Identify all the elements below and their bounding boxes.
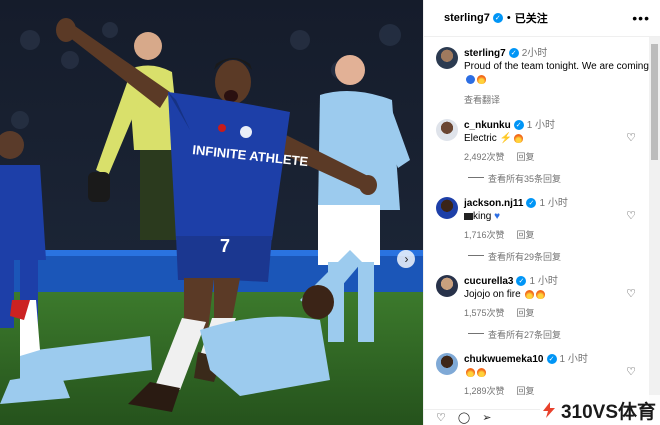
comment-text: king (473, 211, 492, 222)
blue-circle-emoji-icon (466, 74, 475, 84)
heart-icon[interactable]: ♡ (626, 287, 636, 300)
following-button[interactable]: 已关注 (515, 10, 548, 26)
heart-icon[interactable]: ♡ (626, 131, 636, 144)
separator-dot: • (506, 12, 511, 24)
caption-text: Proud of the team tonight. We are coming (464, 61, 649, 72)
view-replies-link[interactable]: 查看所有27条回复 (424, 328, 652, 341)
comments-list: sterling7 ✓ 2小时 Proud of the team tonight.… (424, 37, 652, 409)
watermark-text: 310VS体育 (560, 401, 656, 423)
comment-time: 1 小时 (559, 354, 588, 365)
post-photo[interactable]: INFINITE ATHLETE 7 › (0, 0, 423, 425)
reply-button[interactable]: 回复 (517, 152, 535, 162)
avatar[interactable] (436, 47, 458, 69)
caption-username[interactable]: sterling7 (464, 48, 506, 59)
comment-item: c_nkunku ✓ 1 小时 Electric ⚡ 2,492次赞 回复 ♡ (424, 119, 652, 164)
fire-emoji-icon (477, 74, 486, 84)
fire-emoji-icon (466, 367, 475, 377)
comment-time: 1 小时 (526, 120, 556, 131)
top-hat-emoji-icon (464, 212, 473, 220)
view-replies-link[interactable]: 查看所有35条回复 (424, 172, 652, 185)
verified-badge-icon: ✓ (513, 120, 524, 131)
heart-icon[interactable]: ♡ (436, 411, 446, 424)
comment-username[interactable]: c_nkunku (464, 120, 511, 131)
fire-emoji-icon (477, 367, 486, 377)
comment-likes[interactable]: 1,289次赞 (464, 386, 505, 396)
verified-badge-icon: ✓ (526, 198, 537, 209)
see-translation-link[interactable]: 查看翻译 (464, 95, 500, 105)
avatar[interactable] (436, 353, 458, 375)
comment-text: Jojojo on fire (464, 289, 521, 300)
comment-item: cucurella3 ✓ 1 小时 Jojojo on fire 1,575次赞 回复… (424, 275, 652, 320)
comment-icon[interactable]: ◯ (458, 411, 470, 424)
caption-item: sterling7 ✓ 2小时 Proud of the team tonight.… (424, 47, 652, 107)
view-replies-link[interactable]: 查看所有29条回复 (424, 250, 652, 263)
avatar[interactable] (436, 197, 458, 219)
reply-button[interactable]: 回复 (517, 230, 535, 240)
comment-likes[interactable]: 1,575次赞 (464, 308, 505, 318)
reply-button[interactable]: 回复 (517, 386, 535, 396)
caption-time: 2小时 (521, 48, 548, 59)
next-photo-button[interactable]: › (397, 250, 415, 268)
verified-badge-icon: ✓ (546, 354, 557, 365)
fire-emoji-icon (525, 289, 535, 299)
watermark-logo-icon (542, 402, 555, 418)
shirt-number: 7 (220, 236, 230, 256)
heart-icon[interactable]: ♡ (626, 365, 636, 378)
lightning-emoji-icon: ⚡ (499, 133, 513, 144)
comment-username[interactable]: chukwuemeka10 (464, 354, 544, 365)
heart-icon[interactable]: ♡ (626, 209, 636, 222)
football-celebration-image: INFINITE ATHLETE 7 (0, 0, 423, 425)
blue-heart-emoji-icon: ♥ (494, 211, 501, 222)
post-author-username[interactable]: sterling7 (444, 12, 490, 24)
post-header: sterling7 ✓ • 已关注 ••• (424, 0, 660, 37)
comment-likes[interactable]: 2,492次赞 (464, 152, 505, 162)
comment-item: chukwuemeka10 ✓ 1 小时 1,289次赞 回复 ♡ (424, 353, 652, 398)
reply-button[interactable]: 回复 (517, 308, 535, 318)
comment-likes[interactable]: 1,716次赞 (464, 230, 505, 240)
verified-badge-icon: ✓ (516, 276, 527, 287)
share-icon[interactable]: ➢ (482, 411, 491, 424)
fire-emoji-icon (514, 133, 524, 143)
instagram-post-window: INFINITE ATHLETE 7 › sterling7 ✓ • 已关注 •… (0, 0, 660, 425)
watermark: 310VS体育 (539, 395, 660, 425)
comment-item: jackson.nj11 ✓ 1 小时 king ♥ 1,716次赞 回复 ♡ (424, 197, 652, 242)
scrollbar-thumb[interactable] (651, 44, 658, 160)
verified-badge-icon: ✓ (492, 13, 503, 23)
avatar[interactable] (436, 119, 458, 141)
comment-text: Electric (464, 133, 497, 144)
comment-time: 1 小时 (539, 198, 568, 209)
comment-username[interactable]: cucurella3 (464, 276, 513, 287)
more-horizontal-icon[interactable]: ••• (632, 10, 650, 26)
verified-badge-icon: ✓ (508, 48, 519, 59)
avatar[interactable] (436, 275, 458, 297)
chevron-right-icon: › (404, 252, 409, 266)
comments-panel: sterling7 ✓ • 已关注 ••• sterling7 ✓ 2小时 Prou… (423, 0, 660, 425)
comment-username[interactable]: jackson.nj11 (464, 198, 523, 209)
comment-time: 1 小时 (529, 276, 558, 287)
fire-emoji-icon (536, 289, 546, 299)
